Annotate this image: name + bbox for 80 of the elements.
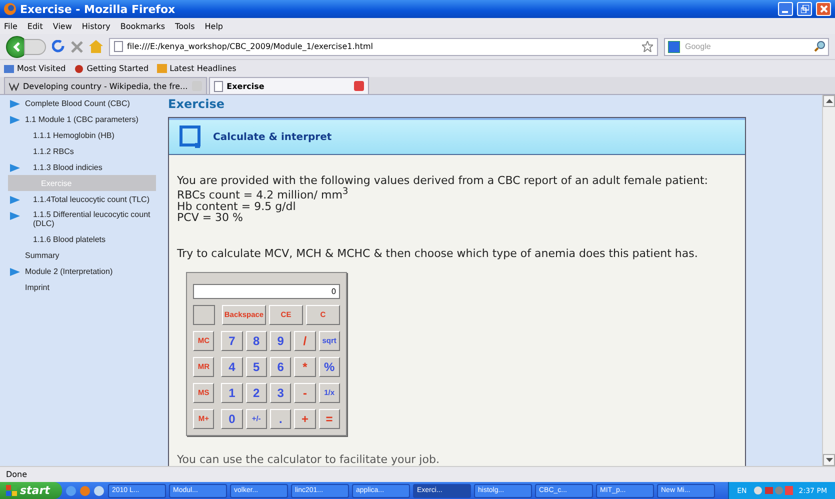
page-heading: Exercise [168,97,226,111]
calculator-key[interactable]: 1 [221,382,243,403]
sidebar-item[interactable]: 1.1.4Total leucocytic count (TLC) [8,191,156,207]
menu-item[interactable]: History [82,22,110,30]
calculator-key[interactable]: 2 [246,382,267,403]
calculator-key[interactable]: + [294,408,316,429]
search-engine-icon [668,40,680,52]
memory-indicator [193,304,215,325]
quick-launch-icon[interactable] [65,484,105,496]
start-button[interactable]: start [0,482,62,499]
scroll-down-icon[interactable] [826,458,832,462]
folder-icon [4,64,14,73]
search-bar[interactable]: Google [664,38,829,56]
restore-button[interactable] [797,2,812,16]
sidebar-item[interactable]: 1.1.5 Differential leucocytic count (DLC) [8,207,156,231]
sidebar-item[interactable]: 1.1 Module 1 (CBC parameters) [8,111,156,127]
calculator-key[interactable]: 7 [221,330,243,351]
status-text: Done [0,466,835,482]
calculator-key[interactable]: 4 [221,356,243,377]
calculator-display[interactable]: 0 [193,284,340,299]
scrollbar[interactable] [822,95,835,466]
sidebar-item[interactable]: 1.1.6 Blood platelets [8,231,156,247]
sidebar-item[interactable]: 1.1.1 Hemoglobin (HB) [8,127,156,143]
sidebar-item[interactable]: 1.1.3 Blood indicies [8,159,156,175]
menu-item[interactable]: Edit [27,22,43,30]
tray-icons[interactable] [752,485,793,496]
close-button[interactable] [816,2,831,16]
address-bar[interactable]: file:///E:/kenya_workshop/CBC_2009/Module_1/exercise1.html [109,38,658,56]
browser-tab[interactable]: Exercise [208,77,369,94]
bookmark-link[interactable]: Latest Headlines [156,64,236,73]
calculator-key[interactable]: % [318,356,340,377]
calculator-key[interactable]: = [318,408,340,429]
value-text: RBCs count = 4.2 million/ mm$^{3}$ [177,186,348,201]
card-title: Calculate & interpret [213,132,332,142]
intro-text: You are provided with the following values derived from a CBC report of an adult female patient: [177,175,709,186]
sidebar-item[interactable]: Summary [8,247,156,263]
calculator-key[interactable]: 8 [246,330,267,351]
page-icon [114,41,123,52]
menu-item[interactable]: Tools [175,22,195,30]
bookmark-link[interactable]: Most Visited [4,64,66,73]
reload-button[interactable] [52,40,65,53]
calculator-key[interactable]: 6 [270,356,292,377]
restore-icon [800,5,808,13]
sidebar-item[interactable]: Imprint [8,279,156,295]
menu-item[interactable]: File [4,22,18,30]
page-icon [214,80,223,92]
menu-item[interactable]: View [52,22,72,30]
calculator-hint: You can use the calculator to facilitate your job. [177,452,440,466]
star-icon[interactable] [642,41,653,52]
arrow-icon [10,268,20,276]
calculator-key[interactable]: 9 [270,330,292,351]
search-icon[interactable] [814,41,825,52]
calculator-key[interactable]: 0 [221,408,243,429]
minimize-button[interactable] [778,2,793,16]
wiki-icon [9,82,19,90]
sidebar-item[interactable]: 1.1.2 RBCs [8,143,156,159]
tab-close-icon[interactable] [354,81,364,91]
browser-tab[interactable]: Developing country - Wikipedia, the fre... [4,77,207,94]
window-icon [179,125,201,149]
close-icon [820,5,828,13]
scroll-up-icon[interactable] [826,99,832,103]
value-text: PCV = 30 % [177,212,244,223]
menu-item[interactable]: Help [204,22,224,30]
sidebar-item[interactable]: Module 2 (Interpretation) [8,263,156,279]
calculator-key[interactable]: - [294,382,316,403]
stop-button[interactable] [71,40,83,52]
browser-logo-icon [4,3,16,15]
arrow-icon [10,164,20,172]
sidebar-item[interactable]: Complete Blood Count (CBC) [8,95,156,111]
calculator-key[interactable]: 5 [246,356,267,377]
task-text: Try to calculate MCV, MCH & MCHC & then choose which type of anemia does this patient has. [177,246,699,260]
value-text: Hb content = 9.5 g/dl [177,200,297,212]
calculator-key[interactable]: 3 [270,382,292,403]
bookmark-link[interactable]: Getting Started [74,64,149,73]
window-title: Exercise - Mozilla Firefox [20,2,176,16]
menu-item[interactable]: Bookmarks [120,22,166,30]
windows-logo-icon [6,485,17,496]
calculator-key[interactable]: * [294,356,316,377]
calculator-key[interactable]: . [270,408,292,429]
calculator-key[interactable]: / [294,330,316,351]
